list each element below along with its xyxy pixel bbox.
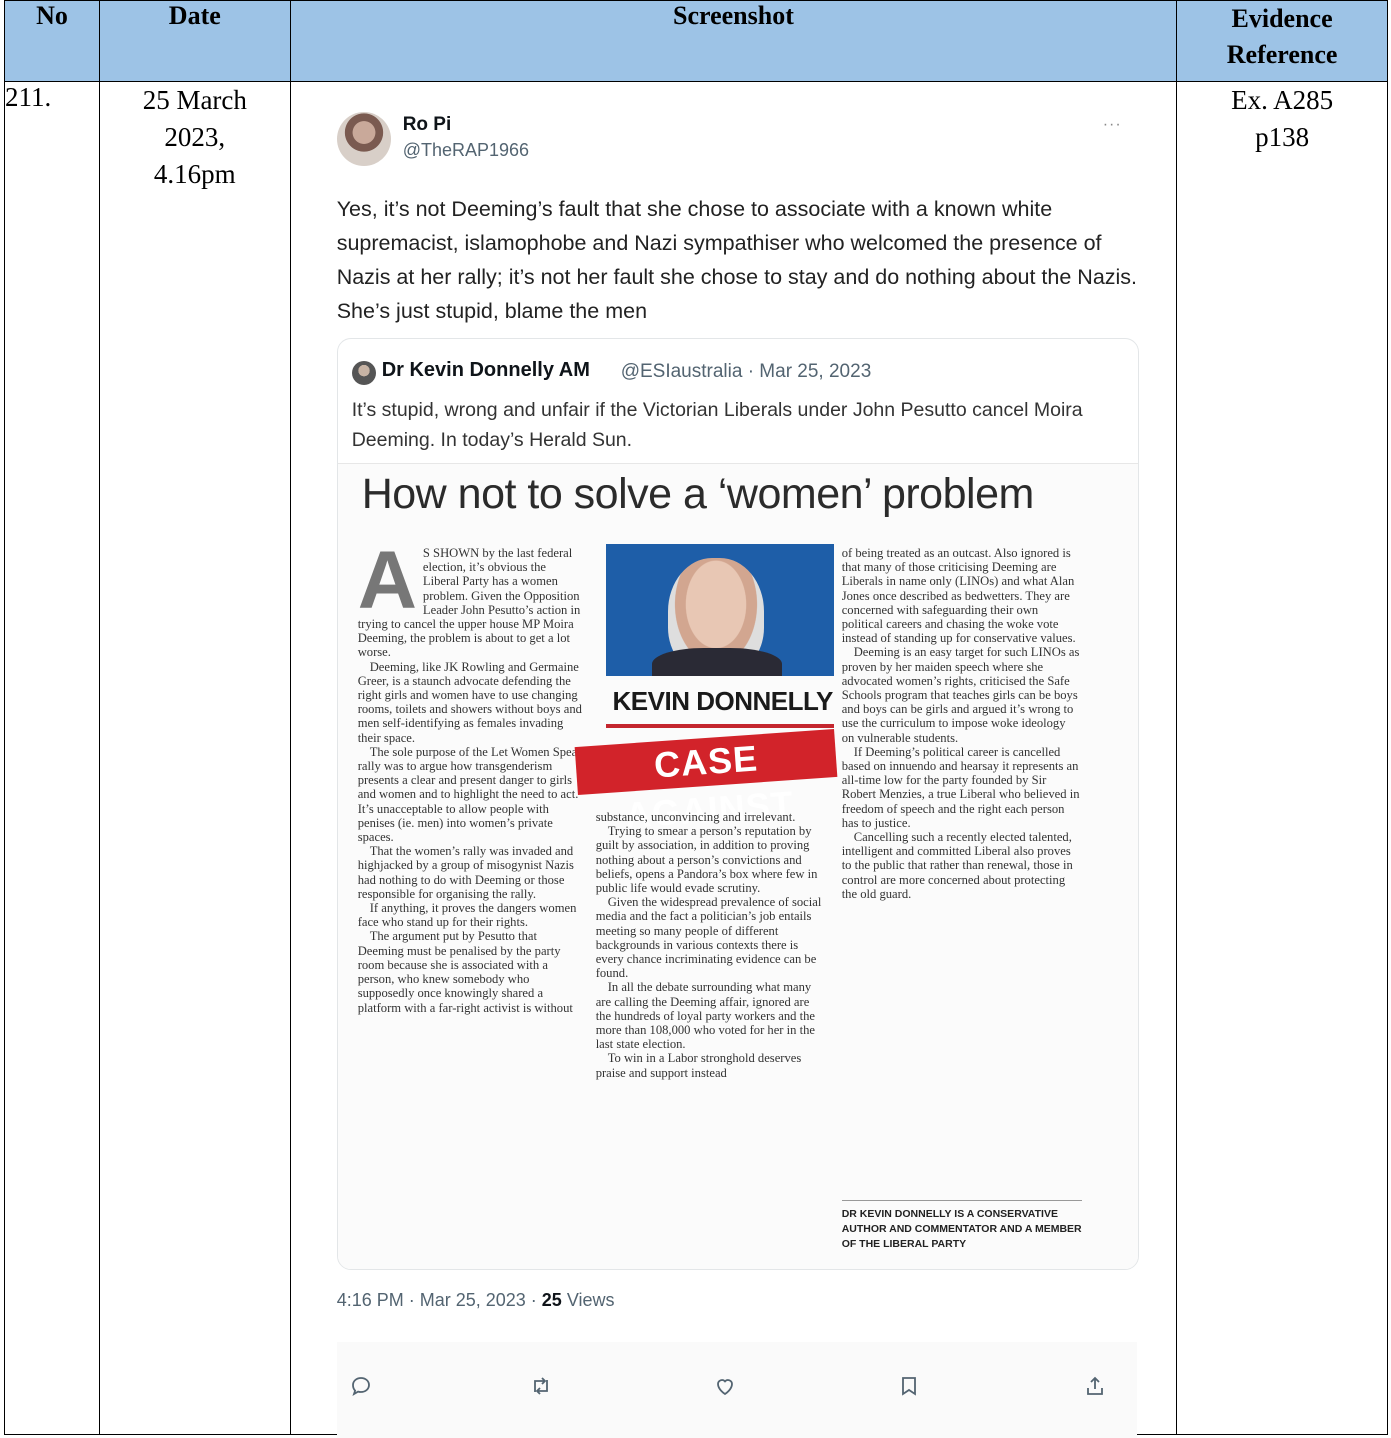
tweet-timestamp[interactable]: 4:16 PM · Mar 25, 2023 · 25 Views — [337, 1290, 615, 1311]
article-paragraph: Cancelling such a recently elected talen… — [841, 830, 1073, 901]
row-evidence-reference: Ex. A285 p138 — [1176, 81, 1388, 1435]
screenshot-cell: Ro Pi @TheRAP1966 ··· Yes, it’s not Deem… — [289, 81, 1178, 1438]
ref-line2: p138 — [1255, 122, 1310, 152]
article-image[interactable]: How not to solve a ‘women’ problem A S S… — [337, 463, 1138, 1269]
article-paragraph: Deeming, like JK Rowling and Germaine Gr… — [357, 659, 582, 745]
ref-line1: Ex. A285 — [1231, 85, 1334, 115]
article-paragraph: That the women’s rally was invaded and h… — [357, 844, 574, 901]
article-paragraph: of being treated as an outcast. Also ign… — [841, 546, 1076, 646]
byline-rule — [605, 724, 834, 728]
date-line1: 25 March — [142, 85, 247, 115]
article-column-1: A S SHOWN by the last federal election, … — [357, 535, 584, 1015]
header-row: No Date Screenshot Evidence Reference — [4, 0, 1388, 82]
header-screenshot: Screenshot — [289, 0, 1178, 82]
article-paragraph: substance, unconvincing and irrelevant. — [595, 810, 796, 824]
article-paragraph: If Deeming’s political career is cancell… — [841, 744, 1080, 830]
avatar[interactable] — [336, 112, 391, 166]
tweet: Ro Pi @TheRAP1966 ··· Yes, it’s not Deem… — [291, 82, 1178, 1438]
header-date: Date — [98, 0, 291, 82]
views-label: Views — [561, 1290, 615, 1310]
article-paragraph: If anything, it proves the dangers women… — [357, 901, 577, 930]
author-photo — [605, 544, 834, 676]
quoted-display-name: Dr Kevin Donnelly AM — [381, 359, 590, 381]
article-paragraph: Given the widespread prevalence of socia… — [595, 895, 822, 981]
article-paragraph: In all the debate surrounding what many … — [595, 980, 815, 1052]
more-options-icon[interactable]: ··· — [1103, 116, 1122, 134]
table-row: 211. 25 March 2023, 4.16pm Ro Pi @TheRAP… — [4, 81, 1388, 1438]
article-column-3: of being treated as an outcast. Also ign… — [842, 546, 1080, 901]
timestamp-text: 4:16 PM · Mar 25, 2023 · — [336, 1290, 542, 1310]
article-paragraph: To win in a Labor stronghold deserves pr… — [595, 1051, 802, 1080]
article-paragraph: The sole purpose of the Let Women Speak … — [357, 744, 584, 845]
case-against-banner: CASE AGAINST — [574, 728, 838, 836]
article-column-2: substance, unconvincing and irrelevant. … — [596, 810, 828, 1080]
row-number: 211. — [4, 81, 100, 1435]
quoted-text: It’s stupid, wrong and unfair if the Vic… — [351, 399, 1083, 451]
header-no: No — [4, 0, 100, 82]
author-note: DR KEVIN DONNELLY IS A CONSERVATIVE AUTH… — [841, 1200, 1082, 1252]
tweet-text: Yes, it’s not Deeming’s fault that she c… — [336, 197, 1138, 323]
action-bar — [336, 1342, 1137, 1438]
evidence-table: No Date Screenshot Evidence Reference 21… — [4, 0, 1388, 1438]
dropcap: A — [357, 535, 417, 626]
retweet-icon[interactable] — [529, 1374, 553, 1404]
quoted-meta: @ESIaustralia · Mar 25, 2023 — [620, 361, 872, 382]
date-line3: 4.16pm — [153, 159, 236, 189]
header-evidence-reference: Evidence Reference — [1176, 0, 1388, 82]
quoted-avatar — [351, 361, 376, 385]
like-icon[interactable] — [713, 1374, 737, 1404]
bookmark-icon[interactable] — [897, 1374, 921, 1404]
views-count: 25 — [541, 1290, 562, 1310]
row-date: 25 March 2023, 4.16pm — [98, 81, 291, 1435]
share-icon[interactable] — [1083, 1374, 1107, 1404]
photo-suit — [651, 648, 782, 676]
tweet-handle[interactable]: @TheRAP1966 — [403, 140, 529, 161]
header-evidence-line1: Evidence — [1231, 4, 1333, 33]
date-line2: 2023, — [164, 122, 226, 152]
article-paragraph: The argument put by Pesutto that Deeming… — [357, 929, 573, 1015]
header-evidence-line2: Reference — [1226, 40, 1338, 69]
quoted-tweet[interactable]: Dr Kevin Donnelly AM @ESIaustralia · Mar… — [336, 338, 1139, 1270]
article-byline: KEVIN DONNELLY — [612, 686, 834, 716]
tweet-display-name[interactable]: Ro Pi — [403, 114, 452, 136]
article-paragraph: Trying to smear a person’s reputation by… — [595, 824, 818, 896]
article-paragraph: Deeming is an easy target for such LINOs… — [841, 645, 1080, 745]
reply-icon[interactable] — [349, 1374, 373, 1404]
article-headline: How not to solve a ‘women’ problem — [361, 470, 1035, 518]
